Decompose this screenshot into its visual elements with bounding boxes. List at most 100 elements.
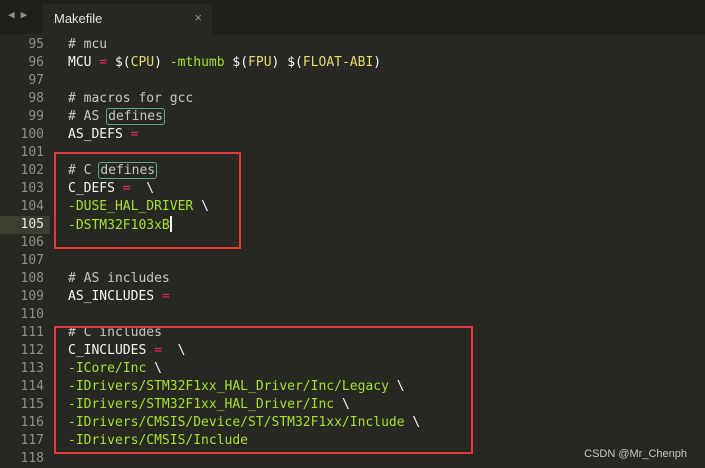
line-code: -IDrivers/CMSIS/Device/ST/STM32F1xx/Incl… bbox=[68, 414, 420, 432]
code-token: ) bbox=[154, 55, 170, 70]
code-token: $( bbox=[114, 55, 131, 70]
code-line[interactable]: 99 # AS defines bbox=[0, 108, 705, 126]
code-token: C_INCLUDES bbox=[68, 343, 155, 358]
line-number: 108 bbox=[20, 271, 44, 286]
close-icon[interactable]: × bbox=[194, 10, 202, 25]
code-token: \ bbox=[201, 199, 209, 214]
code-token: MCU bbox=[68, 55, 100, 70]
text-cursor bbox=[169, 216, 172, 232]
code-token: -IDrivers/CMSIS/Device/ST/STM32F1xx/Incl… bbox=[68, 415, 413, 430]
code-token: = bbox=[99, 55, 115, 70]
code-token: = bbox=[161, 289, 170, 304]
code-line[interactable]: 96 MCU = $(CPU) -mthumb $(FPU) $(FLOAT-AB… bbox=[0, 54, 705, 72]
code-line[interactable]: 105 -DSTM32F103xB bbox=[0, 216, 705, 234]
line-code: AS_DEFS = bbox=[68, 126, 138, 144]
code-token: FPU bbox=[248, 55, 272, 70]
code-line[interactable]: 108 # AS includes bbox=[0, 270, 705, 288]
line-code: # AS defines bbox=[68, 108, 165, 126]
line-number: 101 bbox=[20, 145, 44, 160]
code-line[interactable]: 107 bbox=[0, 252, 705, 270]
code-line[interactable]: 103 C_DEFS = \ bbox=[0, 180, 705, 198]
code-token: -mthumb bbox=[169, 55, 233, 70]
code-line[interactable]: 97 bbox=[0, 72, 705, 90]
code-line[interactable]: 98 # macros for gcc bbox=[0, 90, 705, 108]
code-line[interactable]: 100 AS_DEFS = bbox=[0, 126, 705, 144]
line-number: 113 bbox=[20, 361, 44, 376]
line-code: # C defines bbox=[68, 162, 158, 180]
code-token: defines bbox=[98, 162, 158, 179]
code-line[interactable]: 115 -IDrivers/STM32F1xx_HAL_Driver/Inc \ bbox=[0, 396, 705, 414]
line-number: 98 bbox=[28, 91, 44, 106]
line-code: -DUSE_HAL_DRIVER \ bbox=[68, 198, 209, 216]
code-token: # AS bbox=[68, 109, 108, 124]
code-token: ) bbox=[271, 55, 288, 70]
code-token: AS_DEFS bbox=[68, 127, 131, 142]
code-line[interactable]: 116 -IDrivers/CMSIS/Device/ST/STM32F1xx/I… bbox=[0, 414, 705, 432]
code-token: -ICore/Inc bbox=[68, 361, 155, 376]
line-number: 115 bbox=[20, 397, 44, 412]
code-token: \ bbox=[412, 415, 421, 430]
chevron-left-icon[interactable]: ◀ bbox=[8, 8, 15, 21]
line-code: -DSTM32F103xB bbox=[68, 216, 172, 235]
code-token: FLOAT-ABI bbox=[302, 55, 374, 70]
line-number: 116 bbox=[20, 415, 44, 430]
watermark: CSDN @Mr_Chenph bbox=[584, 448, 687, 460]
code-line[interactable]: 111 # C includes bbox=[0, 324, 705, 342]
line-number: 103 bbox=[20, 181, 44, 196]
code-token: \ bbox=[161, 343, 186, 358]
code-token: AS_INCLUDES bbox=[68, 289, 162, 304]
code-line[interactable]: 113 -ICore/Inc \ bbox=[0, 360, 705, 378]
line-number: 99 bbox=[28, 109, 44, 124]
line-code: # AS includes bbox=[68, 270, 170, 288]
line-number: 104 bbox=[20, 199, 44, 214]
code-line[interactable]: 101 bbox=[0, 144, 705, 162]
code-token: -IDrivers/STM32F1xx_HAL_Driver/Inc/Legac… bbox=[68, 379, 397, 394]
line-number: 102 bbox=[20, 163, 44, 178]
tab-bar: ◀ ▶ Makefile × bbox=[0, 0, 705, 34]
code-token: -DSTM32F103xB bbox=[68, 218, 170, 233]
line-code: -ICore/Inc \ bbox=[68, 360, 162, 378]
code-token: $( bbox=[287, 55, 303, 70]
line-number: 105 bbox=[20, 217, 44, 232]
code-line[interactable]: 109 AS_INCLUDES = bbox=[0, 288, 705, 306]
code-editor[interactable]: 95 # mcu 96 MCU = $(CPU) -mthumb $(FPU) $(F… bbox=[0, 36, 705, 468]
code-token: $( bbox=[232, 55, 249, 70]
line-code: -IDrivers/CMSIS/Include bbox=[68, 432, 248, 450]
tab-makefile[interactable]: Makefile × bbox=[42, 4, 212, 34]
code-line[interactable]: 95 # mcu bbox=[0, 36, 705, 54]
chevron-right-icon[interactable]: ▶ bbox=[21, 8, 28, 21]
code-line[interactable]: 110 bbox=[0, 306, 705, 324]
line-number: 112 bbox=[20, 343, 44, 358]
line-code: # mcu bbox=[68, 36, 107, 54]
code-token: \ bbox=[154, 361, 162, 376]
tab-nav: ◀ ▶ bbox=[8, 8, 27, 21]
code-token: \ bbox=[396, 379, 405, 394]
line-number: 95 bbox=[28, 37, 44, 52]
line-number: 107 bbox=[20, 253, 44, 268]
code-line[interactable]: 106 bbox=[0, 234, 705, 252]
code-line[interactable]: 114 -IDrivers/STM32F1xx_HAL_Driver/Inc/Le… bbox=[0, 378, 705, 396]
line-number: 109 bbox=[20, 289, 44, 304]
line-code: # C includes bbox=[68, 324, 162, 342]
code-line[interactable]: 112 C_INCLUDES = \ bbox=[0, 342, 705, 360]
line-number: 100 bbox=[20, 127, 44, 142]
code-token: = bbox=[130, 127, 139, 142]
code-token: # C bbox=[68, 163, 100, 178]
tab-title: Makefile bbox=[54, 11, 103, 26]
code-token: = bbox=[122, 181, 131, 196]
code-token: # C includes bbox=[68, 325, 162, 340]
line-code: C_DEFS = \ bbox=[68, 180, 154, 198]
line-number: 106 bbox=[20, 235, 44, 250]
line-number: 118 bbox=[20, 451, 44, 466]
code-token: -IDrivers/STM32F1xx_HAL_Driver/Inc bbox=[68, 397, 342, 412]
line-number: 110 bbox=[20, 307, 44, 322]
code-token: # AS includes bbox=[68, 271, 170, 286]
code-token: = bbox=[154, 343, 162, 358]
code-token: \ bbox=[341, 397, 350, 412]
line-number: 111 bbox=[20, 325, 44, 340]
code-line[interactable]: 102 # C defines bbox=[0, 162, 705, 180]
code-line[interactable]: 104 -DUSE_HAL_DRIVER \ bbox=[0, 198, 705, 216]
line-code: MCU = $(CPU) -mthumb $(FPU) $(FLOAT-ABI) bbox=[68, 54, 381, 72]
line-number: 117 bbox=[20, 433, 44, 448]
code-token: # mcu bbox=[68, 37, 108, 52]
